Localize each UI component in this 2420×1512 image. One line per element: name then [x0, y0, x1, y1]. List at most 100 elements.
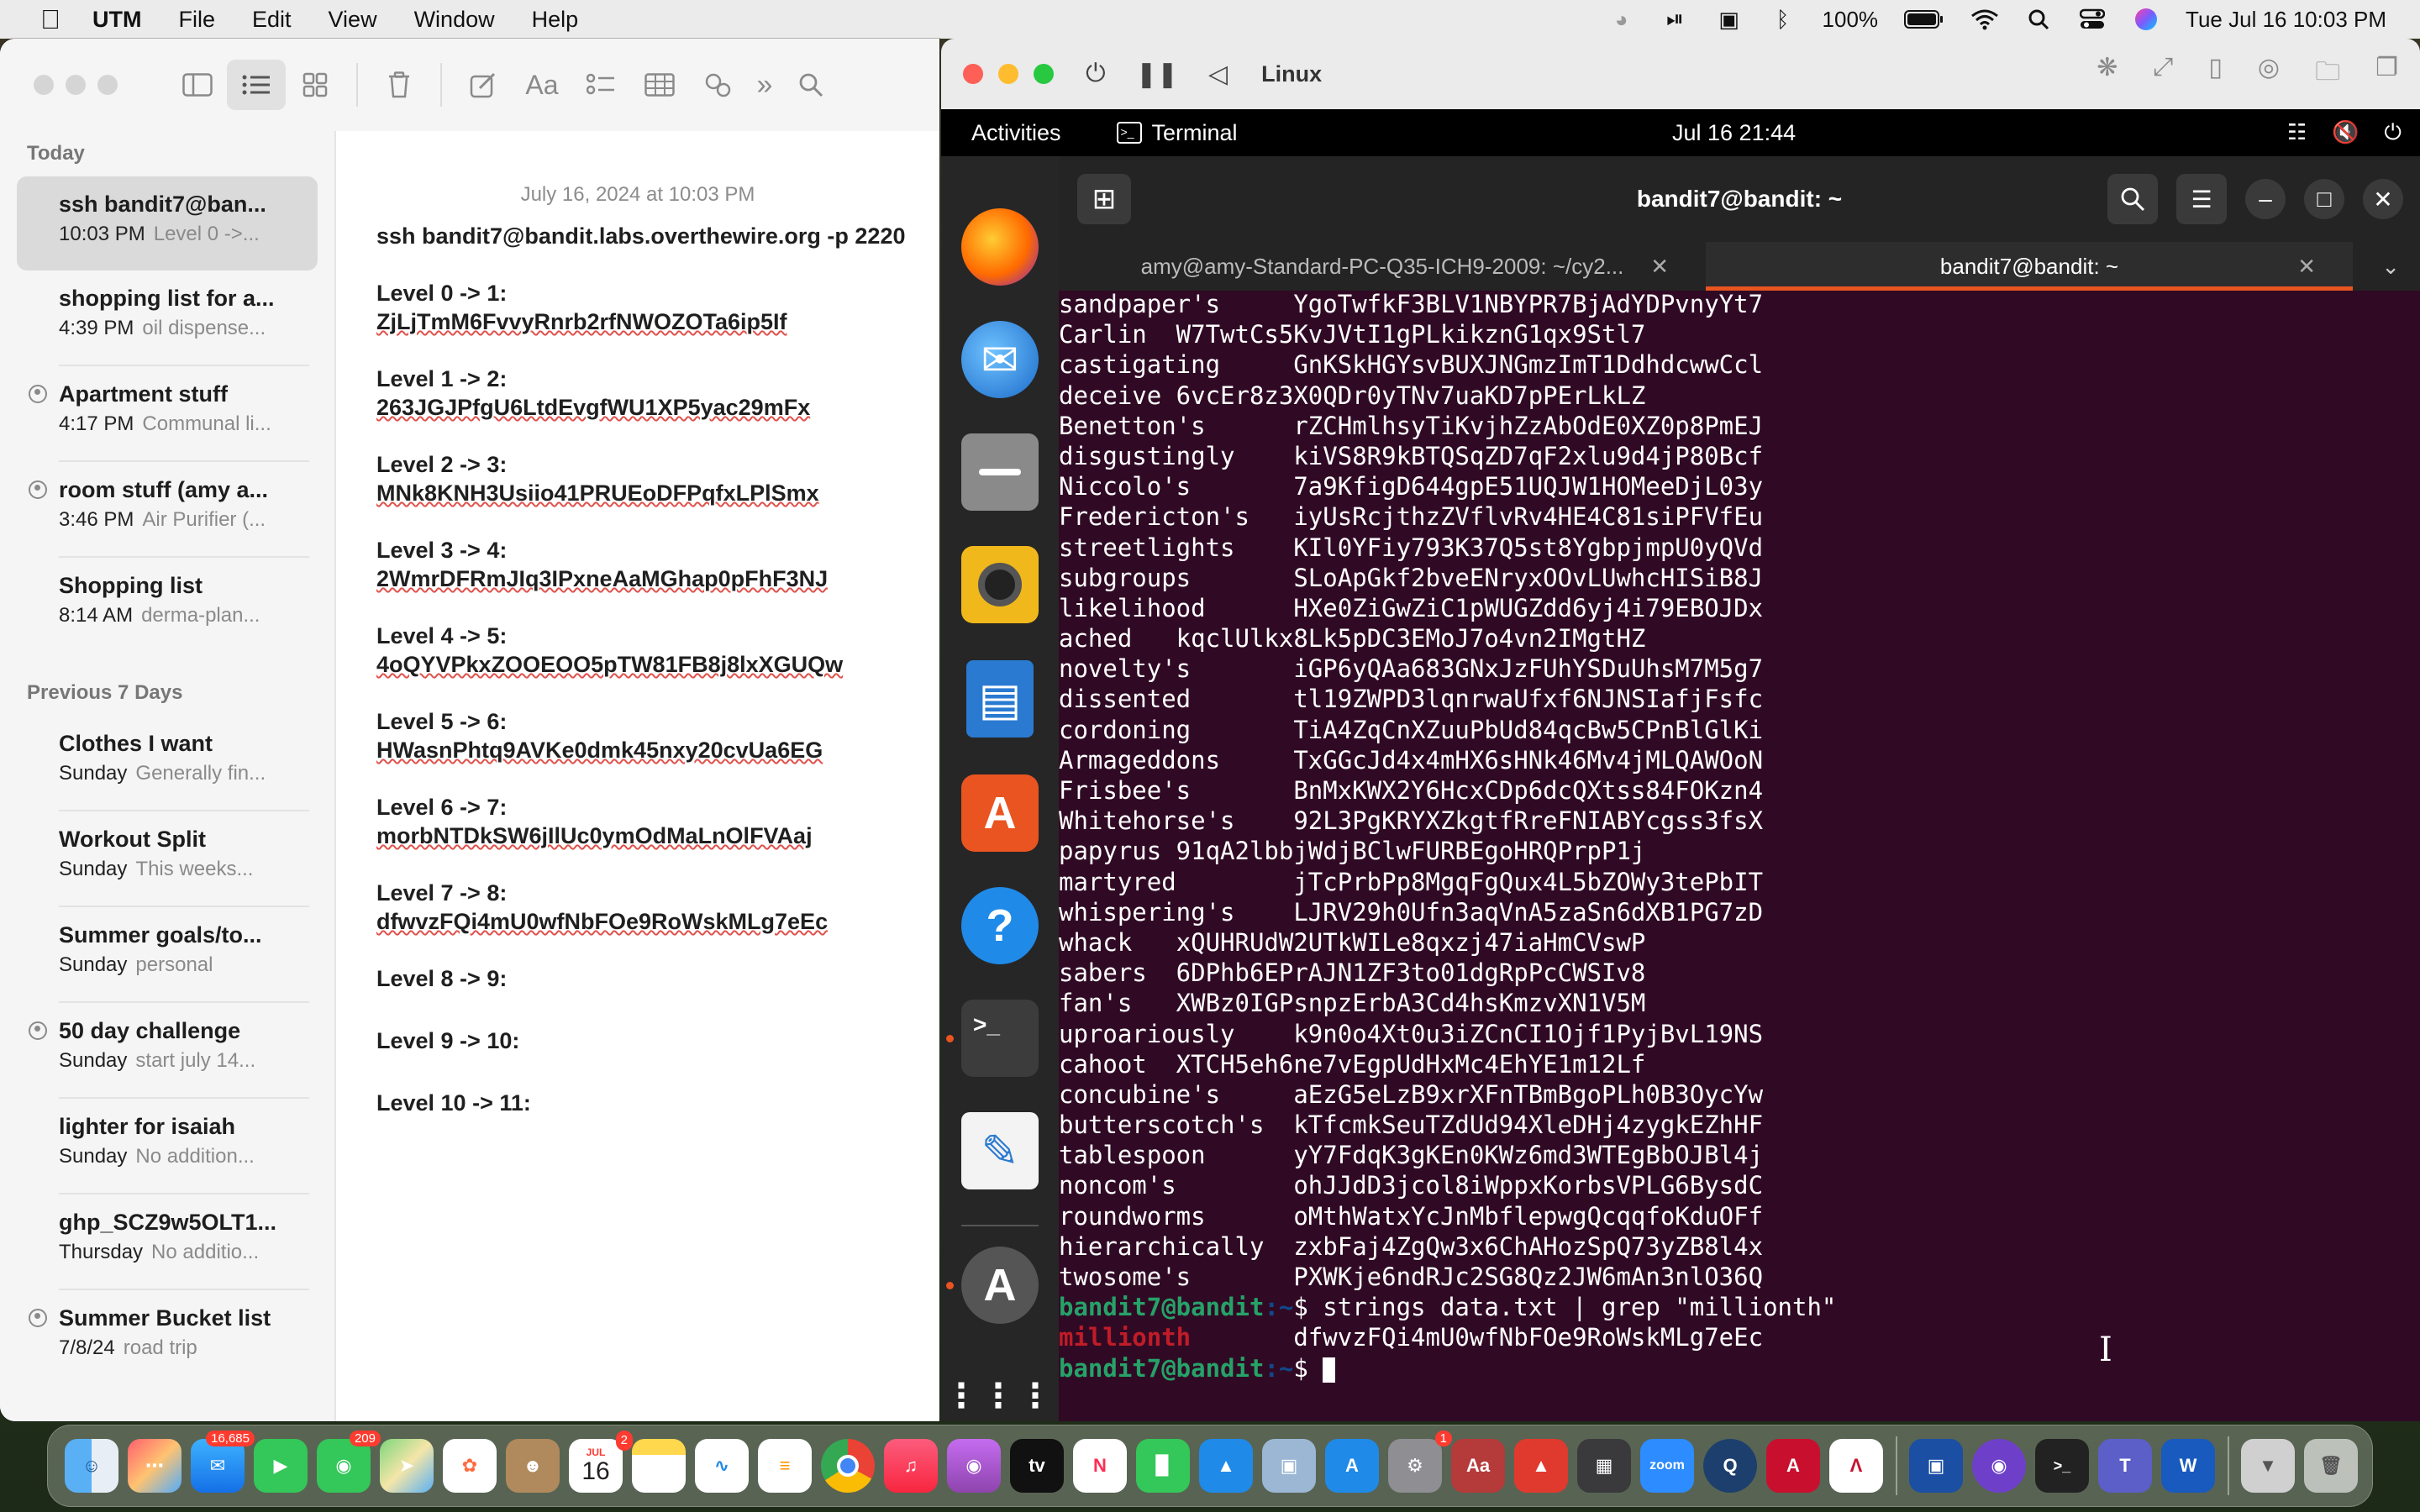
note-list-item[interactable]: Clothes I want Sunday Generally fin... — [0, 716, 334, 810]
drive-icon[interactable]: ◎ — [2258, 53, 2280, 96]
system-settings-icon[interactable]: ⚙ 1 — [1388, 1431, 1452, 1493]
libreoffice-writer-icon[interactable]: ▤ — [966, 660, 1034, 738]
utm-app-icon[interactable]: ▣ — [1909, 1439, 1963, 1493]
messages-icon[interactable]: ◉ 209 — [317, 1431, 381, 1493]
play-status-icon[interactable]: ⏯ — [1661, 6, 1690, 32]
launchpad-icon[interactable]: ⋯ — [128, 1439, 182, 1493]
teams-icon[interactable]: T — [2098, 1439, 2152, 1493]
power-icon[interactable]: ⏻ — [1086, 60, 1106, 88]
keynote-icon[interactable]: ▲ — [1199, 1439, 1253, 1493]
acrobat-icon[interactable]: ▲ — [1514, 1439, 1568, 1493]
zoom-button[interactable] — [97, 75, 118, 95]
more-chevrons-icon[interactable]: » — [748, 60, 781, 110]
sidebar-toggle-icon[interactable] — [168, 60, 227, 110]
apple-menu-icon[interactable]:  — [34, 4, 67, 35]
minimize-button[interactable] — [998, 64, 1018, 84]
control-center-icon[interactable] — [2078, 7, 2107, 32]
numbers-icon[interactable]: ▉ — [1136, 1439, 1190, 1493]
menu-edit[interactable]: Edit — [252, 7, 292, 33]
mail-icon[interactable]: ✉ 16,685 — [191, 1431, 255, 1493]
music-icon[interactable]: ♫ — [884, 1439, 938, 1493]
downloads-stack-icon[interactable]: ▼ — [2241, 1439, 2295, 1493]
menu-window[interactable]: Window — [414, 7, 495, 33]
podcasts-icon[interactable]: ◉ — [947, 1439, 1001, 1493]
install-ubuntu-icon[interactable]: A — [961, 1247, 1039, 1324]
finder-icon[interactable]: ☺ — [65, 1439, 118, 1493]
usb-icon[interactable]: ▯ — [2208, 53, 2223, 96]
search-icon[interactable] — [2107, 174, 2158, 224]
files-icon[interactable] — [961, 433, 1039, 511]
activities-button[interactable]: Activities — [971, 120, 1061, 146]
notes-app-icon[interactable] — [632, 1439, 686, 1493]
spotlight-search-icon[interactable] — [2024, 7, 2053, 32]
power-menu-icon[interactable]: ⏻ — [2384, 119, 2402, 146]
table-icon[interactable] — [630, 60, 689, 110]
checklist-icon[interactable] — [571, 60, 630, 110]
quicktime-icon[interactable]: Q — [1703, 1439, 1757, 1493]
siri-icon[interactable] — [2132, 7, 2160, 32]
news-icon[interactable]: N — [1073, 1439, 1127, 1493]
vectorworks-icon[interactable]: Λ — [1829, 1439, 1883, 1493]
trash-icon[interactable] — [370, 60, 429, 110]
freeform-icon[interactable]: ∿ — [695, 1439, 749, 1493]
note-editor[interactable]: July 16, 2024 at 10:03 PM ssh bandit7@ba… — [336, 131, 939, 1421]
new-tab-icon[interactable]: ⊞ — [1077, 174, 1131, 224]
list-view-icon[interactable] — [227, 60, 286, 110]
pause-icon[interactable]: ❚❚ — [1136, 60, 1178, 89]
display-settings-icon[interactable]: ❋ — [2096, 53, 2118, 96]
back-icon[interactable]: ◁ — [1208, 60, 1228, 89]
preview-icon[interactable]: ▣ — [1262, 1439, 1316, 1493]
app-center-icon[interactable]: A — [961, 774, 1039, 852]
note-list-item[interactable]: lighter for isaiah Sunday No addition... — [0, 1099, 334, 1193]
maps-icon[interactable]: ➤ — [380, 1439, 434, 1493]
help-icon[interactable]: ? — [961, 887, 1039, 964]
note-list-item[interactable]: Shopping list 8:14 AM derma-plan... — [0, 558, 334, 652]
show-apps-icon[interactable]: ⋮⋮⋮ — [944, 1357, 1052, 1421]
bluetooth-icon[interactable]: ᛒ — [1769, 7, 1797, 32]
menu-clock[interactable]: Tue Jul 16 10:03 PM — [2186, 7, 2386, 33]
shared-folder-icon[interactable]: 🗀 — [2315, 53, 2340, 96]
terminal-screen[interactable]: sandpaper's YgoTwfkF3BLV1NBYPR7BjAdYDPvn… — [1059, 290, 2420, 1421]
tab-local-shell[interactable]: amy@amy-Standard-PC-Q35-ICH9-2009: ~/cy2… — [1059, 242, 1706, 291]
zoom-icon[interactable]: zoom — [1640, 1439, 1694, 1493]
menu-view[interactable]: View — [329, 7, 377, 33]
search-icon[interactable] — [781, 60, 840, 110]
network-icon[interactable]: ☷ — [2287, 119, 2307, 146]
contacts-icon[interactable]: ☻ — [506, 1439, 560, 1493]
app-store-icon[interactable]: A — [1325, 1439, 1379, 1493]
menu-app-utm[interactable]: UTM — [92, 7, 141, 33]
terminal-dock-icon[interactable]: >_ — [961, 1000, 1039, 1077]
close-button[interactable] — [34, 75, 54, 95]
battery-icon[interactable] — [1903, 7, 1945, 32]
wifi-icon[interactable] — [1970, 7, 1999, 32]
photos-icon[interactable]: ✿ — [443, 1439, 497, 1493]
zoom-button[interactable] — [1034, 64, 1054, 84]
autocad-icon[interactable]: A — [1766, 1439, 1820, 1493]
note-list-item[interactable]: Workout Split Sunday This weeks... — [0, 811, 334, 906]
windows-icon[interactable]: ❐ — [2375, 53, 2398, 96]
volume-muted-icon[interactable]: 🔇 — [2332, 119, 2359, 146]
terminal-app-icon[interactable]: >_ — [2035, 1439, 2089, 1493]
trash-icon[interactable]: 🗑 — [2304, 1439, 2358, 1493]
tab-bandit-ssh[interactable]: bandit7@bandit: ~ ✕ — [1706, 242, 2353, 291]
calendar-icon[interactable]: JUL 16 2 — [569, 1431, 633, 1493]
resize-icon[interactable]: ⤢ — [2153, 53, 2173, 96]
close-tab-icon[interactable]: ✕ — [2297, 254, 2316, 280]
collaborate-icon[interactable] — [689, 60, 748, 110]
note-list-item[interactable]: Summer Bucket list 7/8/24 road trip — [0, 1290, 334, 1384]
gallery-view-icon[interactable] — [286, 60, 345, 110]
chrome-icon[interactable] — [821, 1439, 875, 1493]
firefox-icon[interactable] — [961, 208, 1039, 286]
reminders-icon[interactable]: ≡ — [758, 1439, 812, 1493]
note-list-item[interactable]: 50 day challenge Sunday start july 14... — [0, 1003, 334, 1097]
note-list-item[interactable]: ssh bandit7@ban... 10:03 PM Level 0 ->... — [17, 176, 318, 270]
calculator-icon[interactable]: ▦ — [1577, 1439, 1631, 1493]
app-indicator[interactable]: >_ Terminal — [1116, 120, 1238, 146]
vpn-globe-icon[interactable]: ◕ — [1607, 7, 1636, 32]
note-list-item[interactable]: ghp_SCZ9w5OLT1... Thursday No additio... — [0, 1194, 334, 1289]
dictionary-icon[interactable]: Aa — [1451, 1439, 1505, 1493]
thunderbird-icon[interactable]: ✉ — [961, 321, 1039, 398]
note-body[interactable]: ssh bandit7@bandit.labs.overthewire.org … — [336, 222, 939, 1117]
minimize-icon[interactable]: – — [2245, 179, 2286, 219]
note-list-item[interactable]: shopping list for a... 4:39 PM oil dispens… — [0, 270, 334, 365]
